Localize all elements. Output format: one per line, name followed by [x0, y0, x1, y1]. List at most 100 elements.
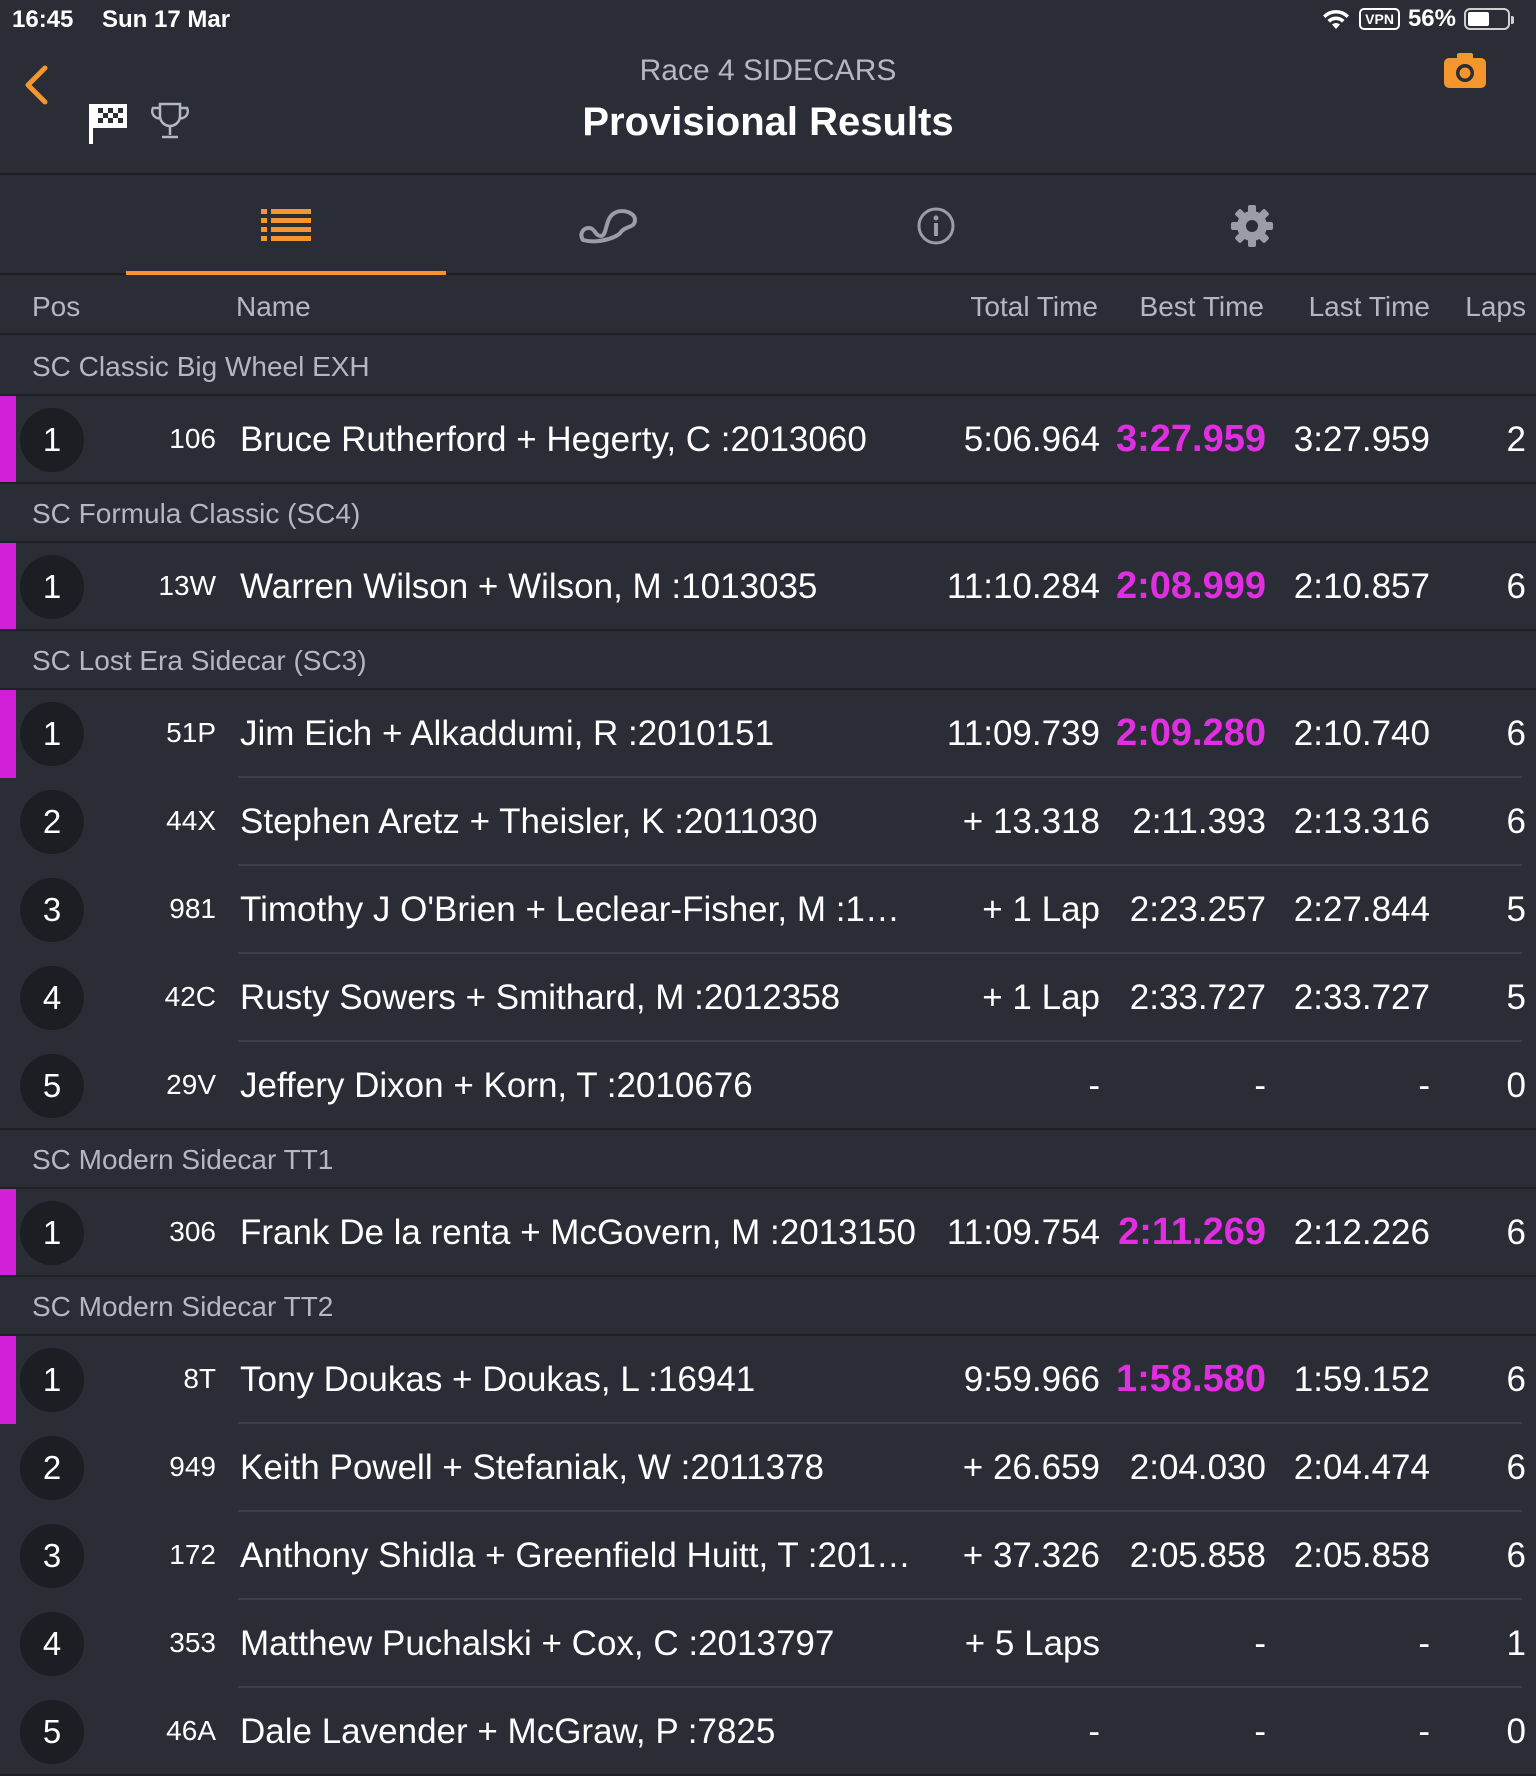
track-icon — [579, 209, 637, 244]
rider-names: Frank De la renta + McGovern, M :2013150 — [240, 1213, 917, 1252]
col-name[interactable]: Name — [236, 291, 311, 323]
col-laps[interactable]: Laps — [1465, 291, 1526, 323]
col-total-time[interactable]: Total Time — [970, 291, 1098, 323]
race-number: 42C — [164, 981, 216, 1012]
gear-icon — [1231, 205, 1273, 247]
position-badge: 2 — [20, 790, 84, 854]
race-number: 44X — [166, 805, 216, 836]
total-time: + 37.326 — [962, 1536, 1100, 1575]
total-time: 11:09.754 — [946, 1213, 1100, 1252]
position-badge: 1 — [20, 1201, 84, 1265]
race-number: 46A — [166, 1715, 216, 1746]
total-time: + 5 Laps — [964, 1624, 1100, 1663]
results-list: SC Classic Big Wheel EXH 1 106 Bruce Ruther… — [0, 337, 1536, 1776]
camera-icon[interactable] — [1442, 50, 1488, 90]
result-row[interactable]: 1 8T Tony Doukas + Doukas, L :16941 9:59.96… — [0, 1336, 1536, 1424]
best-time: 2:11.393 — [1132, 802, 1266, 841]
tab-track[interactable] — [448, 177, 768, 275]
laps-count: 5 — [1506, 890, 1526, 929]
position-badge: 3 — [20, 1524, 84, 1588]
tab-bar — [0, 177, 1536, 275]
col-pos[interactable]: Pos — [32, 291, 80, 323]
wifi-icon — [1323, 9, 1350, 29]
best-time: 2:11.269 — [1118, 1211, 1266, 1253]
tab-settings[interactable] — [1092, 177, 1412, 275]
last-time: 2:05.858 — [1293, 1536, 1430, 1575]
class-group-title: SC Lost Era Sidecar (SC3) — [32, 645, 367, 676]
tab-info[interactable] — [776, 177, 1096, 275]
result-row[interactable]: 4 42C Rusty Sowers + Smithard, M :2012358 +… — [0, 954, 1536, 1042]
column-header-row: Pos Name Total Time Best Time Last Time … — [0, 277, 1536, 335]
last-time: 2:33.727 — [1293, 978, 1430, 1017]
total-time: 9:59.966 — [963, 1360, 1100, 1399]
best-time: 2:33.727 — [1129, 978, 1266, 1017]
laps-count: 2 — [1506, 420, 1526, 459]
rider-names: Bruce Rutherford + Hegerty, C :2013060 — [240, 420, 867, 459]
page-title: Provisional Results — [582, 100, 954, 144]
result-row[interactable]: 2 44X Stephen Aretz + Theisler, K :2011030… — [0, 778, 1536, 866]
status-bar: 16:45 Sun 17 Mar VPN 56% — [0, 0, 1536, 40]
laps-count: 6 — [1506, 567, 1526, 606]
result-row[interactable]: 1 106 Bruce Rutherford + Hegerty, C :20130… — [0, 396, 1536, 484]
best-time: 2:23.257 — [1129, 890, 1266, 929]
laps-count: 6 — [1506, 714, 1526, 753]
status-date: Sun 17 Mar — [102, 6, 231, 33]
rider-names: Anthony Shidla + Greenfield Huitt, T :20… — [240, 1536, 911, 1575]
position-badge: 5 — [20, 1054, 84, 1118]
last-time: 2:13.316 — [1293, 802, 1430, 841]
class-group-header: SC Modern Sidecar TT2 — [0, 1277, 1536, 1336]
tab-results-list[interactable] — [126, 177, 446, 275]
position-badge: 1 — [20, 702, 84, 766]
last-time: 2:10.740 — [1293, 714, 1430, 753]
laps-count: 5 — [1506, 978, 1526, 1017]
position-badge: 5 — [20, 1700, 84, 1764]
race-subtitle: Race 4 SIDECARS — [639, 54, 897, 87]
laps-count: 6 — [1506, 1448, 1526, 1487]
last-time: - — [1418, 1624, 1430, 1663]
result-row[interactable]: 4 353 Matthew Puchalski + Cox, C :2013797 +… — [0, 1600, 1536, 1688]
best-time: - — [1254, 1624, 1266, 1663]
rider-names: Matthew Puchalski + Cox, C :2013797 — [240, 1624, 835, 1663]
result-row[interactable]: 5 46A Dale Lavender + McGraw, P :7825 - - - 0 — [0, 1688, 1536, 1776]
best-time: 2:05.858 — [1129, 1536, 1266, 1575]
race-number: 981 — [169, 893, 216, 924]
result-row[interactable]: 1 51P Jim Eich + Alkaddumi, R :2010151 11:0… — [0, 690, 1536, 778]
list-icon — [261, 209, 311, 241]
rider-names: Warren Wilson + Wilson, M :1013035 — [240, 567, 818, 606]
laps-count: 1 — [1506, 1624, 1526, 1663]
class-group-header: SC Modern Sidecar TT1 — [0, 1130, 1536, 1189]
best-time: 1:58.580 — [1115, 1358, 1266, 1400]
last-time: 2:04.474 — [1293, 1448, 1430, 1487]
best-time: 3:27.959 — [1115, 418, 1266, 460]
info-icon — [917, 207, 955, 245]
laps-count: 6 — [1506, 1213, 1526, 1252]
last-time: 2:27.844 — [1293, 890, 1430, 929]
race-number: 172 — [169, 1539, 216, 1570]
race-number: 29V — [166, 1069, 216, 1100]
position-badge: 4 — [20, 966, 84, 1030]
last-time: 2:12.226 — [1293, 1213, 1430, 1252]
result-row[interactable]: 1 306 Frank De la renta + McGovern, M :201… — [0, 1189, 1536, 1277]
result-row[interactable]: 1 13W Warren Wilson + Wilson, M :1013035 11… — [0, 543, 1536, 631]
result-row[interactable]: 2 949 Keith Powell + Stefaniak, W :2011378… — [0, 1424, 1536, 1512]
best-time: 2:08.999 — [1115, 565, 1266, 607]
result-row[interactable]: 3 981 Timothy J O'Brien + Leclear-Fisher, … — [0, 866, 1536, 954]
result-row[interactable]: 3 172 Anthony Shidla + Greenfield Huitt, T… — [0, 1512, 1536, 1600]
total-time: 11:10.284 — [946, 567, 1100, 606]
class-leader-marker — [0, 543, 16, 631]
rider-names: Rusty Sowers + Smithard, M :2012358 — [240, 978, 841, 1017]
class-leader-marker — [0, 690, 16, 778]
total-time: + 1 Lap — [982, 978, 1100, 1017]
battery-icon — [1464, 8, 1514, 30]
race-number: 51P — [166, 717, 216, 748]
col-best-time[interactable]: Best Time — [1140, 291, 1264, 323]
race-number: 306 — [169, 1216, 216, 1247]
laps-count: 6 — [1506, 1536, 1526, 1575]
position-badge: 3 — [20, 878, 84, 942]
rider-names: Tony Doukas + Doukas, L :16941 — [240, 1360, 756, 1399]
race-number: 8T — [183, 1363, 216, 1394]
col-last-time[interactable]: Last Time — [1309, 291, 1430, 323]
total-time: 5:06.964 — [963, 420, 1100, 459]
class-group-title: SC Modern Sidecar TT1 — [32, 1144, 334, 1175]
result-row[interactable]: 5 29V Jeffery Dixon + Korn, T :2010676 - - - 0 — [0, 1042, 1536, 1130]
